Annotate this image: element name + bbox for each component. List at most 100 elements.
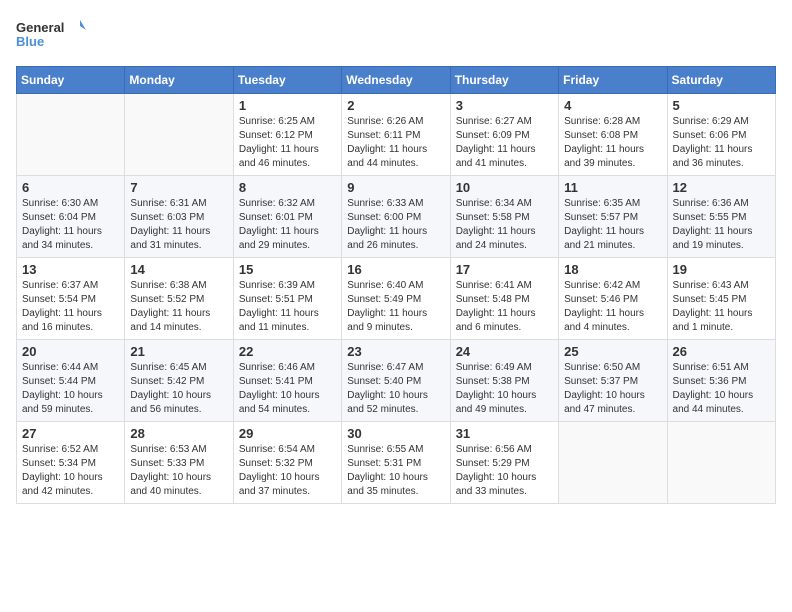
- day-number: 27: [22, 426, 119, 441]
- day-info: Sunrise: 6:55 AMSunset: 5:31 PMDaylight:…: [347, 443, 444, 499]
- calendar-cell: 9 Sunrise: 6:33 AMSunset: 6:00 PMDaylight…: [342, 176, 450, 258]
- day-info: Sunrise: 6:44 AMSunset: 5:44 PMDaylight:…: [22, 361, 119, 417]
- day-info: Sunrise: 6:39 AMSunset: 5:51 PMDaylight:…: [239, 279, 336, 335]
- column-header-tuesday: Tuesday: [233, 67, 341, 94]
- calendar-week-3: 13 Sunrise: 6:37 AMSunset: 5:54 PMDayligh…: [17, 258, 776, 340]
- day-number: 4: [564, 98, 661, 113]
- day-info: Sunrise: 6:36 AMSunset: 5:55 PMDaylight:…: [673, 197, 770, 253]
- day-number: 24: [456, 344, 553, 359]
- calendar-cell: 4 Sunrise: 6:28 AMSunset: 6:08 PMDaylight…: [559, 94, 667, 176]
- day-number: 2: [347, 98, 444, 113]
- day-info: Sunrise: 6:43 AMSunset: 5:45 PMDaylight:…: [673, 279, 770, 335]
- day-number: 19: [673, 262, 770, 277]
- day-info: Sunrise: 6:30 AMSunset: 6:04 PMDaylight:…: [22, 197, 119, 253]
- day-number: 23: [347, 344, 444, 359]
- calendar-header-row: SundayMondayTuesdayWednesdayThursdayFrid…: [17, 67, 776, 94]
- day-info: Sunrise: 6:28 AMSunset: 6:08 PMDaylight:…: [564, 115, 661, 171]
- calendar-cell: 22Sunrise: 6:46 AMSunset: 5:41 PMDayligh…: [233, 340, 341, 422]
- day-info: Sunrise: 6:25 AMSunset: 6:12 PMDaylight:…: [239, 115, 336, 171]
- day-info: Sunrise: 6:49 AMSunset: 5:38 PMDaylight:…: [456, 361, 553, 417]
- calendar-cell: 24 Sunrise: 6:49 AMSunset: 5:38 PMDayligh…: [450, 340, 558, 422]
- day-info: Sunrise: 6:33 AMSunset: 6:00 PMDaylight:…: [347, 197, 444, 253]
- calendar-cell: 2 Sunrise: 6:26 AMSunset: 6:11 PMDaylight…: [342, 94, 450, 176]
- day-number: 31: [456, 426, 553, 441]
- logo: General Blue: [16, 16, 86, 56]
- calendar-cell: 23 Sunrise: 6:47 AMSunset: 5:40 PMDayligh…: [342, 340, 450, 422]
- column-header-friday: Friday: [559, 67, 667, 94]
- calendar-week-2: 6 Sunrise: 6:30 AMSunset: 6:04 PMDaylight…: [17, 176, 776, 258]
- day-number: 8: [239, 180, 336, 195]
- column-header-wednesday: Wednesday: [342, 67, 450, 94]
- day-info: Sunrise: 6:56 AMSunset: 5:29 PMDaylight:…: [456, 443, 553, 499]
- calendar-cell: 15 Sunrise: 6:39 AMSunset: 5:51 PMDayligh…: [233, 258, 341, 340]
- calendar-cell: 19 Sunrise: 6:43 AMSunset: 5:45 PMDayligh…: [667, 258, 775, 340]
- day-info: Sunrise: 6:51 AMSunset: 5:36 PMDaylight:…: [673, 361, 770, 417]
- day-number: 17: [456, 262, 553, 277]
- day-number: 28: [130, 426, 227, 441]
- calendar-cell: 11 Sunrise: 6:35 AMSunset: 5:57 PMDayligh…: [559, 176, 667, 258]
- day-info: Sunrise: 6:40 AMSunset: 5:49 PMDaylight:…: [347, 279, 444, 335]
- calendar-cell: 13 Sunrise: 6:37 AMSunset: 5:54 PMDayligh…: [17, 258, 125, 340]
- calendar-cell: [17, 94, 125, 176]
- calendar-cell: 17 Sunrise: 6:41 AMSunset: 5:48 PMDayligh…: [450, 258, 558, 340]
- calendar-week-4: 20 Sunrise: 6:44 AMSunset: 5:44 PMDayligh…: [17, 340, 776, 422]
- day-info: Sunrise: 6:29 AMSunset: 6:06 PMDaylight:…: [673, 115, 770, 171]
- day-info: Sunrise: 6:41 AMSunset: 5:48 PMDaylight:…: [456, 279, 553, 335]
- calendar-cell: 1 Sunrise: 6:25 AMSunset: 6:12 PMDaylight…: [233, 94, 341, 176]
- calendar-cell: 8 Sunrise: 6:32 AMSunset: 6:01 PMDaylight…: [233, 176, 341, 258]
- calendar-cell: 20 Sunrise: 6:44 AMSunset: 5:44 PMDayligh…: [17, 340, 125, 422]
- calendar-cell: [125, 94, 233, 176]
- day-number: 9: [347, 180, 444, 195]
- calendar-cell: 10Sunrise: 6:34 AMSunset: 5:58 PMDayligh…: [450, 176, 558, 258]
- day-number: 30: [347, 426, 444, 441]
- day-info: Sunrise: 6:54 AMSunset: 5:32 PMDaylight:…: [239, 443, 336, 499]
- day-number: 13: [22, 262, 119, 277]
- day-number: 6: [22, 180, 119, 195]
- day-number: 15: [239, 262, 336, 277]
- day-info: Sunrise: 6:47 AMSunset: 5:40 PMDaylight:…: [347, 361, 444, 417]
- column-header-monday: Monday: [125, 67, 233, 94]
- day-info: Sunrise: 6:26 AMSunset: 6:11 PMDaylight:…: [347, 115, 444, 171]
- calendar-cell: 29 Sunrise: 6:54 AMSunset: 5:32 PMDayligh…: [233, 422, 341, 504]
- calendar-cell: 27 Sunrise: 6:52 AMSunset: 5:34 PMDayligh…: [17, 422, 125, 504]
- day-info: Sunrise: 6:35 AMSunset: 5:57 PMDaylight:…: [564, 197, 661, 253]
- calendar-cell: 18 Sunrise: 6:42 AMSunset: 5:46 PMDayligh…: [559, 258, 667, 340]
- day-info: Sunrise: 6:32 AMSunset: 6:01 PMDaylight:…: [239, 197, 336, 253]
- day-number: 18: [564, 262, 661, 277]
- calendar-cell: 12 Sunrise: 6:36 AMSunset: 5:55 PMDayligh…: [667, 176, 775, 258]
- day-number: 12: [673, 180, 770, 195]
- day-number: 29: [239, 426, 336, 441]
- calendar-week-1: 1 Sunrise: 6:25 AMSunset: 6:12 PMDaylight…: [17, 94, 776, 176]
- calendar-week-5: 27 Sunrise: 6:52 AMSunset: 5:34 PMDayligh…: [17, 422, 776, 504]
- page-header: General Blue: [16, 16, 776, 56]
- day-number: 21: [130, 344, 227, 359]
- calendar-cell: 21Sunrise: 6:45 AMSunset: 5:42 PMDayligh…: [125, 340, 233, 422]
- day-info: Sunrise: 6:42 AMSunset: 5:46 PMDaylight:…: [564, 279, 661, 335]
- calendar-cell: 30 Sunrise: 6:55 AMSunset: 5:31 PMDayligh…: [342, 422, 450, 504]
- day-number: 26: [673, 344, 770, 359]
- day-info: Sunrise: 6:52 AMSunset: 5:34 PMDaylight:…: [22, 443, 119, 499]
- svg-text:Blue: Blue: [16, 34, 44, 49]
- day-info: Sunrise: 6:50 AMSunset: 5:37 PMDaylight:…: [564, 361, 661, 417]
- calendar-cell: [667, 422, 775, 504]
- calendar-cell: [559, 422, 667, 504]
- day-number: 5: [673, 98, 770, 113]
- day-number: 25: [564, 344, 661, 359]
- calendar-table: SundayMondayTuesdayWednesdayThursdayFrid…: [16, 66, 776, 504]
- calendar-cell: 6 Sunrise: 6:30 AMSunset: 6:04 PMDaylight…: [17, 176, 125, 258]
- day-info: Sunrise: 6:37 AMSunset: 5:54 PMDaylight:…: [22, 279, 119, 335]
- day-number: 20: [22, 344, 119, 359]
- column-header-sunday: Sunday: [17, 67, 125, 94]
- svg-text:General: General: [16, 20, 64, 35]
- calendar-cell: 7Sunrise: 6:31 AMSunset: 6:03 PMDaylight…: [125, 176, 233, 258]
- day-number: 1: [239, 98, 336, 113]
- calendar-cell: 31 Sunrise: 6:56 AMSunset: 5:29 PMDayligh…: [450, 422, 558, 504]
- day-number: 3: [456, 98, 553, 113]
- day-number: 11: [564, 180, 661, 195]
- calendar-cell: 16Sunrise: 6:40 AMSunset: 5:49 PMDayligh…: [342, 258, 450, 340]
- calendar-cell: 5 Sunrise: 6:29 AMSunset: 6:06 PMDaylight…: [667, 94, 775, 176]
- day-info: Sunrise: 6:34 AMSunset: 5:58 PMDaylight:…: [456, 197, 553, 253]
- calendar-cell: 14Sunrise: 6:38 AMSunset: 5:52 PMDayligh…: [125, 258, 233, 340]
- day-info: Sunrise: 6:53 AMSunset: 5:33 PMDaylight:…: [130, 443, 227, 499]
- column-header-saturday: Saturday: [667, 67, 775, 94]
